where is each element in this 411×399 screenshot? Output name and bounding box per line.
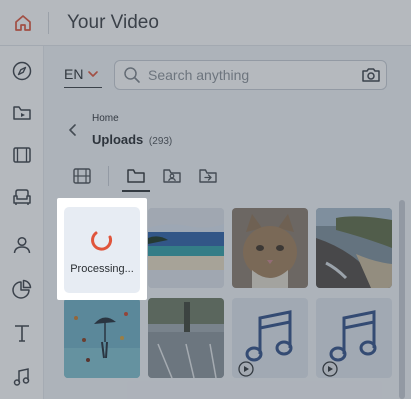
top-bar: Your Video xyxy=(0,0,411,46)
sidebar-item-media[interactable] xyxy=(8,99,36,127)
parking-lot-image xyxy=(148,298,224,378)
tab-videos[interactable] xyxy=(70,164,94,188)
loading-spinner-icon xyxy=(91,231,113,251)
app-title: Your Video xyxy=(67,11,159,33)
item-count: (293) xyxy=(148,136,173,147)
chevron-down-icon xyxy=(88,71,99,77)
search-box[interactable]: Search anything xyxy=(114,60,387,90)
media-thumbnail-cat[interactable] xyxy=(232,208,308,288)
folder-media-icon xyxy=(13,106,31,120)
beach-image xyxy=(148,208,224,288)
text-icon xyxy=(15,325,29,342)
sidebar-item-furniture[interactable] xyxy=(8,183,36,211)
language-underline xyxy=(64,87,102,88)
folder-person-icon xyxy=(163,169,181,183)
active-tab-indicator xyxy=(122,190,150,192)
search-icon xyxy=(124,67,140,83)
armchair-icon xyxy=(13,189,31,205)
media-thumbnail-beach[interactable] xyxy=(148,208,224,288)
music-note-icon xyxy=(238,310,293,377)
media-thumbnail-audio-2[interactable] xyxy=(316,298,392,378)
person-icon xyxy=(13,236,31,254)
cat-image xyxy=(232,208,308,288)
music-note-icon xyxy=(322,310,377,377)
sidebar-item-video[interactable] xyxy=(8,141,36,169)
sidebar-item-audio[interactable] xyxy=(8,363,36,391)
pie-chart-icon xyxy=(12,279,32,299)
processing-tile: Processing... xyxy=(64,207,140,293)
tab-shared[interactable] xyxy=(160,164,184,188)
tab-exported[interactable] xyxy=(196,164,220,188)
search-input[interactable]: Search anything xyxy=(148,67,356,83)
back-chevron-icon[interactable] xyxy=(66,123,80,137)
film-strip-icon xyxy=(73,168,91,184)
app-window: Your Video EN Search anything Home Uploa… xyxy=(0,0,411,399)
media-thumbnail-coast[interactable] xyxy=(316,208,392,288)
compass-icon xyxy=(12,61,32,81)
media-thumbnail-audio-1[interactable] xyxy=(232,298,308,378)
music-note-icon xyxy=(13,368,30,386)
page-title-text: Uploads xyxy=(92,132,144,147)
processing-label: Processing... xyxy=(70,263,134,275)
folder-export-icon xyxy=(199,169,217,183)
folder-icon xyxy=(127,169,145,183)
sidebar xyxy=(0,46,44,399)
page-title: Uploads (293) xyxy=(92,132,172,147)
title-divider xyxy=(48,11,49,34)
sidebar-item-person[interactable] xyxy=(8,231,36,259)
media-thumbnail-parking[interactable] xyxy=(148,298,224,378)
umbrella-illustration-image xyxy=(64,298,140,378)
home-icon xyxy=(15,14,31,31)
breadcrumb-home[interactable]: Home xyxy=(92,113,119,124)
sidebar-item-explore[interactable] xyxy=(8,57,36,85)
processing-card[interactable]: Processing... xyxy=(57,198,147,300)
language-selector[interactable]: EN xyxy=(64,66,99,82)
sidebar-item-text[interactable] xyxy=(8,319,36,347)
home-button[interactable] xyxy=(0,0,46,46)
camera-search-button[interactable] xyxy=(356,61,386,89)
coast-image xyxy=(316,208,392,288)
sidebar-item-chart[interactable] xyxy=(8,275,36,303)
film-icon xyxy=(13,147,31,163)
tab-separator xyxy=(108,166,109,186)
media-thumbnail-umbrella[interactable] xyxy=(64,298,140,378)
tab-folders[interactable] xyxy=(124,164,148,188)
view-tabs xyxy=(64,164,404,192)
grid-scrollbar[interactable] xyxy=(399,200,405,399)
camera-icon xyxy=(362,68,380,82)
language-value: EN xyxy=(64,66,84,82)
